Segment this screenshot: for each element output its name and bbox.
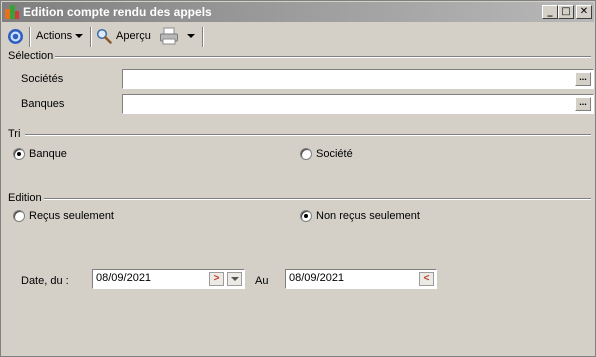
apercu-button[interactable]: Aperçu <box>96 27 151 45</box>
societes-label: Sociétés <box>21 73 64 85</box>
radio-unchecked-icon <box>300 148 312 160</box>
recus-seulement-radio[interactable]: Reçus seulement <box>13 210 114 222</box>
tri-divider <box>25 134 591 136</box>
toolbar-separator <box>90 27 92 47</box>
date-to-value: 08/09/2021 <box>289 272 345 284</box>
minimize-button[interactable]: _ <box>542 5 558 19</box>
date-to-label: Au <box>255 275 269 287</box>
radio-unchecked-icon <box>13 210 25 222</box>
actions-menu-button[interactable]: Actions <box>36 27 84 45</box>
date-arrow-left-icon[interactable]: < <box>419 272 434 286</box>
report-window: Edition compte rendu des appels _ □ ✕ Ac… <box>0 0 596 357</box>
toolbar-separator <box>29 27 31 47</box>
non-recus-seulement-radio[interactable]: Non reçus seulement <box>300 210 420 222</box>
date-from-field[interactable]: 08/09/2021 > <box>92 269 245 289</box>
non-recus-seulement-label: Non reçus seulement <box>316 210 420 222</box>
date-dropdown-button[interactable] <box>227 272 242 286</box>
maximize-button[interactable]: □ <box>558 5 574 19</box>
magnifier-icon <box>96 28 112 44</box>
close-button[interactable]: ✕ <box>576 5 592 19</box>
date-from-value: 08/09/2021 <box>96 272 152 284</box>
tri-societe-radio[interactable]: Société <box>300 148 353 160</box>
edition-divider <box>44 198 591 200</box>
societes-field[interactable]: ... <box>122 69 594 89</box>
edition-group-title: Edition <box>8 192 42 204</box>
date-arrow-right-icon[interactable]: > <box>209 272 224 286</box>
apercu-label: Aperçu <box>116 30 151 42</box>
banques-label: Banques <box>21 98 65 110</box>
circle-nav-button[interactable] <box>7 27 24 45</box>
tri-group-title: Tri <box>8 128 21 140</box>
app-icon <box>5 5 19 19</box>
title-bar[interactable]: Edition compte rendu des appels _ □ ✕ <box>2 2 594 22</box>
chevron-down-icon <box>75 34 84 38</box>
circle-nav-icon <box>8 28 23 44</box>
window-title: Edition compte rendu des appels <box>23 5 212 19</box>
toolbar-separator <box>202 27 204 47</box>
radio-checked-icon <box>13 148 25 160</box>
date-to-field[interactable]: 08/09/2021 < <box>285 269 437 289</box>
banques-field[interactable]: ... <box>122 94 594 114</box>
radio-checked-icon <box>300 210 312 222</box>
banques-picker-button[interactable]: ... <box>575 97 591 111</box>
selection-group-title: Sélection <box>8 50 54 62</box>
tri-banque-label: Banque <box>29 148 67 160</box>
tri-societe-label: Société <box>316 148 353 160</box>
printer-icon <box>160 27 178 45</box>
chevron-down-icon <box>230 277 239 281</box>
societes-picker-button[interactable]: ... <box>575 72 591 86</box>
print-menu-button[interactable] <box>159 27 195 45</box>
chevron-down-icon <box>187 34 195 38</box>
date-from-label: Date, du : <box>21 275 69 287</box>
actions-label: Actions <box>36 30 73 42</box>
recus-seulement-label: Reçus seulement <box>29 210 114 222</box>
toolbar: Actions Aperçu <box>2 23 594 49</box>
selection-divider <box>55 56 591 58</box>
tri-banque-radio[interactable]: Banque <box>13 148 67 160</box>
